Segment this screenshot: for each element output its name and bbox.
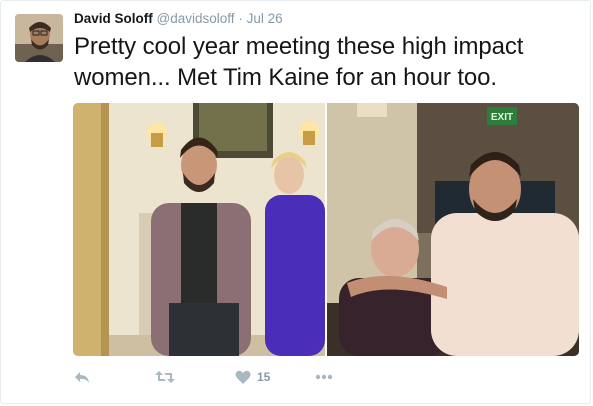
photo-left[interactable] bbox=[73, 103, 325, 356]
retweet-button[interactable] bbox=[155, 366, 175, 388]
header-separator: · bbox=[238, 11, 243, 26]
heart-icon bbox=[235, 370, 251, 384]
more-button[interactable] bbox=[315, 366, 333, 388]
user-handle[interactable]: @davidsoloff bbox=[157, 11, 235, 26]
media-grid: EXIT bbox=[73, 103, 579, 356]
tweet-actions: 15 bbox=[74, 366, 374, 388]
reply-button[interactable] bbox=[74, 366, 90, 388]
retweet-icon bbox=[155, 371, 175, 383]
more-icon bbox=[315, 374, 333, 380]
avatar[interactable] bbox=[15, 14, 63, 62]
reply-icon bbox=[75, 372, 89, 383]
photo-right[interactable]: EXIT bbox=[327, 103, 579, 356]
tweet-header: David Soloff @davidsoloff · Jul 26 bbox=[74, 11, 283, 27]
like-button[interactable]: 15 bbox=[235, 366, 270, 388]
tweet-card[interactable]: David Soloff @davidsoloff · Jul 26 Prett… bbox=[0, 0, 591, 404]
tweet-text: Pretty cool year meeting these high impa… bbox=[74, 33, 524, 91]
display-name[interactable]: David Soloff bbox=[74, 11, 153, 26]
like-count: 15 bbox=[257, 370, 271, 384]
tweet-timestamp[interactable]: Jul 26 bbox=[247, 11, 283, 26]
exit-sign-text: EXIT bbox=[491, 112, 513, 123]
